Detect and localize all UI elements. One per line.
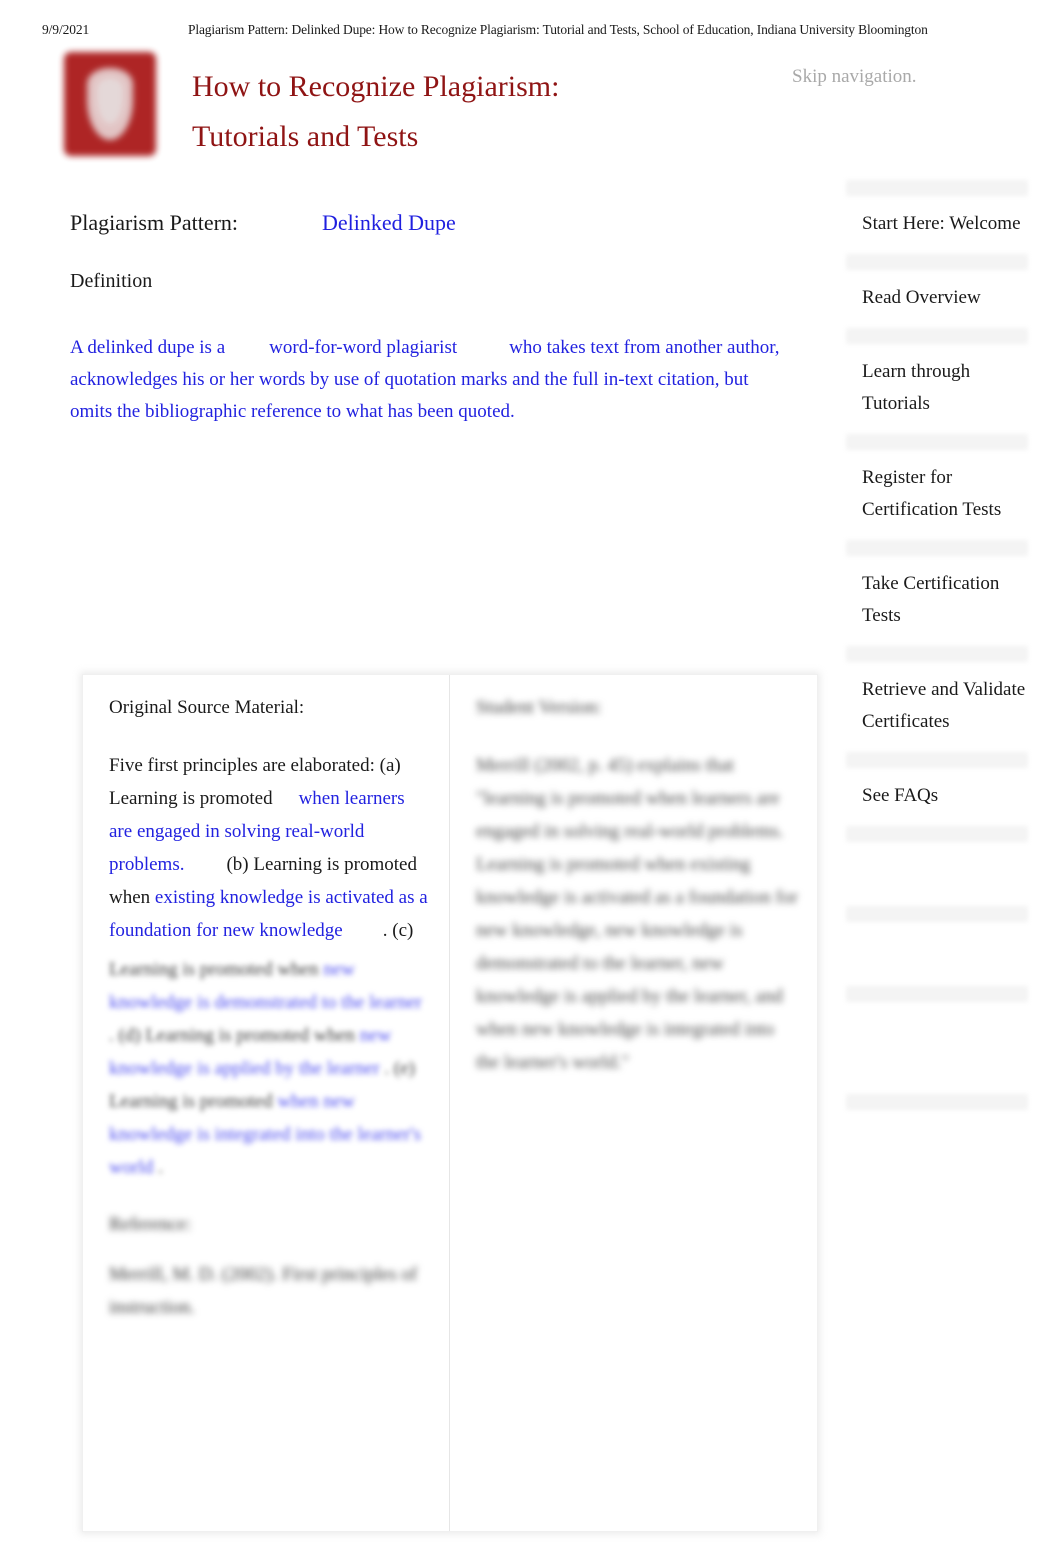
nav-separator [846,328,1028,344]
print-date: 9/9/2021 [42,22,90,37]
pattern-value: Delinked Dupe [322,210,456,235]
cont-seg-7: . [158,1157,163,1178]
sidebar-item-see-faqs[interactable]: See FAQs [846,768,1028,826]
sidebar-navigation: Start Here: Welcome Read Overview Learn … [846,180,1028,1110]
nav-separator [846,1094,1028,1110]
original-source-continuation: Learning is promoted when new knowledge … [109,953,431,1184]
source-seg-5: . (c) [382,920,414,941]
sidebar-item-start-here[interactable]: Start Here: Welcome [846,196,1028,254]
source-seg-4: existing knowledge is activated as a fou… [109,887,428,941]
original-source-body: Five first principles are elaborated: (a… [109,749,431,947]
sidebar-item-read-overview[interactable]: Read Overview [846,270,1028,328]
plagiarism-pattern-heading: Plagiarism Pattern: Delinked Dupe [70,210,456,236]
reference-label: Reference: [109,1214,192,1235]
site-title-line1: How to Recognize Plagiarism: [192,70,560,103]
masthead: How to Recognize Plagiarism: Tutorials a… [0,52,1062,164]
definition-part2: word-for-word plagiarist [269,337,458,358]
definition-label: Definition [70,270,153,292]
nav-separator [846,646,1028,662]
student-version-cell: Student Version: Merrill (2002, p. 45) e… [449,675,819,1531]
comparison-table: Original Source Material: Five first pri… [82,674,818,1532]
pattern-label: Plagiarism Pattern: [70,210,239,235]
definition-text: A delinked dupe is a word-for-word plagia… [70,332,790,428]
cont-seg-1: Learning is promoted when [109,959,319,980]
definition-part1: A delinked dupe is a [70,337,226,358]
sidebar-item-register-for-certification-tests[interactable]: Register for Certification Tests [846,450,1028,540]
nav-blank-region [846,842,1028,906]
nav-separator [846,986,1028,1002]
site-title: How to Recognize Plagiarism: Tutorials a… [192,62,559,162]
skip-navigation-link[interactable]: Skip navigation. [792,66,917,88]
original-source-title: Original Source Material: [109,697,305,718]
nav-separator [846,906,1028,922]
print-page-title: Plagiarism Pattern: Delinked Dupe: How t… [188,22,928,37]
student-version-title: Student Version: [476,697,602,718]
page-root: 9/9/2021 Plagiarism Pattern: Delinked Du… [0,0,1062,1556]
nav-separator [846,752,1028,768]
original-source-cell: Original Source Material: Five first pri… [83,675,449,1531]
sidebar-item-retrieve-and-validate-certificates[interactable]: Retrieve and Validate Certificates [846,662,1028,752]
reference-text: Merrill, M. D. (2002). First principles … [109,1264,418,1318]
nav-separator [846,254,1028,270]
nav-blank-region [846,1002,1028,1094]
sidebar-item-take-certification-tests[interactable]: Take Certification Tests [846,556,1028,646]
sidebar-item-learn-through-tutorials[interactable]: Learn through Tutorials [846,344,1028,434]
print-header: 9/9/2021 Plagiarism Pattern: Delinked Du… [0,22,1062,44]
nav-blank-region [846,922,1028,986]
nav-separator [846,540,1028,556]
site-title-line2: Tutorials and Tests [192,120,419,153]
cont-seg-3: . (d) Learning is promoted when [109,1025,355,1046]
student-version-body: Merrill (2002, p. 45) explains that "lea… [476,755,798,1073]
nav-separator [846,180,1028,196]
nav-separator [846,434,1028,450]
nav-separator [846,826,1028,842]
indiana-university-trident-logo-icon[interactable] [64,52,156,156]
